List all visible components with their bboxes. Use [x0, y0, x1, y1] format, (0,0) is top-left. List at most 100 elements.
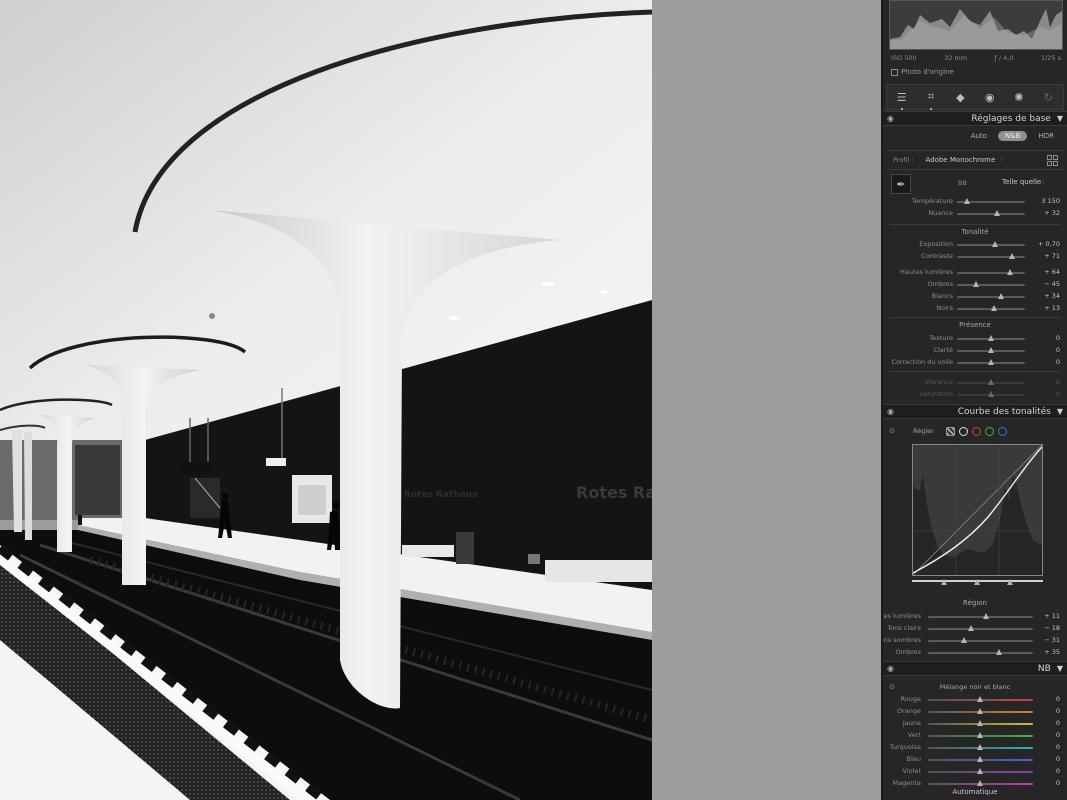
slider-thumb[interactable] [1007, 269, 1014, 275]
slider-value[interactable]: + 32 [1044, 209, 1060, 217]
slider-value[interactable]: − 18 [1044, 624, 1060, 632]
profile-browser-icon[interactable] [1047, 155, 1058, 166]
slider-value[interactable]: 0 [1056, 334, 1060, 342]
slider-row[interactable]: Orange 0 [883, 705, 1067, 717]
bw-section-header[interactable]: ◉ NB ▼ [883, 661, 1067, 676]
slider-track[interactable] [928, 732, 1033, 738]
slider-thumb[interactable] [983, 613, 990, 619]
slider-thumb[interactable] [990, 305, 997, 311]
target-adjust-icon[interactable]: ⊙ [889, 427, 899, 435]
slider-track[interactable] [957, 253, 1025, 259]
slider-thumb[interactable] [994, 210, 1001, 216]
slider-value[interactable]: 0 [1056, 390, 1060, 398]
slider-thumb[interactable] [977, 696, 983, 702]
profile-row[interactable]: Profil : Adobe Monochrome ⁝ [886, 150, 1064, 170]
mode-hdr-button[interactable]: HDR [1031, 131, 1061, 141]
slider-track[interactable] [957, 305, 1025, 311]
slider-track[interactable] [928, 780, 1033, 786]
slider-thumb[interactable] [977, 780, 983, 786]
photo-preview[interactable]: Rotes Rath Rotes Rathaus [0, 0, 652, 800]
slider-value[interactable]: + 64 [1044, 268, 1060, 276]
history-icon[interactable]: ↻ [1040, 89, 1056, 105]
eye-icon[interactable]: ◉ [887, 408, 896, 416]
crop-icon[interactable]: ⌗ [923, 89, 939, 110]
slider-thumb[interactable] [987, 391, 994, 397]
slider-thumb[interactable] [998, 293, 1005, 299]
slider-thumb[interactable] [977, 744, 983, 750]
slider-row[interactable]: Nuance + 32 [883, 207, 1067, 219]
slider-value[interactable]: 0 [1056, 755, 1060, 763]
slider-row[interactable]: Turquoise 0 [883, 741, 1067, 753]
slider-track[interactable] [928, 708, 1033, 714]
slider-row[interactable]: Blancs + 34 [883, 290, 1067, 302]
slider-row[interactable]: Tons sombres − 31 [883, 634, 1067, 646]
slider-row[interactable]: Ombres + 35 [883, 646, 1067, 658]
slider-value[interactable]: 0 [1056, 707, 1060, 715]
profile-value[interactable]: Adobe Monochrome [925, 156, 995, 164]
split-point-low[interactable] [941, 579, 948, 585]
auto-button[interactable]: Automatique [883, 788, 1067, 796]
slider-value[interactable]: + 13 [1044, 304, 1060, 312]
curve-region-splitter[interactable] [912, 578, 1043, 586]
slider-row[interactable]: Hautes lumières + 64 [883, 266, 1067, 278]
slider-row[interactable]: Ombres − 45 [883, 278, 1067, 290]
slider-row[interactable]: Noirs + 13 [883, 302, 1067, 314]
slider-track[interactable] [957, 293, 1025, 299]
dropdown-caret-icon[interactable]: ⁝ [1042, 178, 1044, 186]
slider-track[interactable] [928, 696, 1033, 702]
slider-value[interactable]: 0 [1056, 695, 1060, 703]
eye-icon[interactable]: ◉ [887, 665, 896, 673]
slider-row[interactable]: Bleu 0 [883, 753, 1067, 765]
slider-row[interactable]: Texture 0 [883, 332, 1067, 344]
slider-row[interactable]: Vert 0 [883, 729, 1067, 741]
slider-value[interactable]: + 35 [1044, 648, 1060, 656]
split-point-high[interactable] [1006, 579, 1013, 585]
dropdown-caret-icon[interactable]: ⁝ [1000, 156, 1002, 164]
heal-eraser-icon[interactable]: ◆ [952, 89, 968, 105]
collapse-triangle-icon[interactable]: ▼ [1057, 407, 1063, 416]
slider-value[interactable]: + 71 [1044, 252, 1060, 260]
slider-value[interactable]: 3 150 [1041, 197, 1060, 205]
slider-row[interactable]: Jaune 0 [883, 717, 1067, 729]
slider-row[interactable]: Rouge 0 [883, 693, 1067, 705]
mode-bw-button[interactable]: N&B [997, 131, 1028, 141]
checkbox-icon[interactable] [891, 68, 898, 76]
histogram[interactable] [889, 0, 1063, 50]
slider-row[interactable]: Exposition + 0,70 [883, 238, 1067, 250]
slider-thumb[interactable] [973, 281, 980, 287]
slider-row[interactable]: Saturation 0 [883, 388, 1067, 400]
slider-value[interactable]: 0 [1056, 779, 1060, 787]
slider-track[interactable] [957, 391, 1025, 397]
slider-track[interactable] [957, 241, 1025, 247]
slider-row[interactable]: Température 3 150 [883, 195, 1067, 207]
slider-thumb[interactable] [977, 720, 983, 726]
curve-section-header[interactable]: ◉ Courbe des tonalités ▼ [883, 404, 1067, 419]
split-point-mid[interactable] [974, 579, 980, 585]
slider-value[interactable]: + 11 [1044, 612, 1060, 620]
slider-track[interactable] [957, 269, 1025, 275]
slider-thumb[interactable] [995, 649, 1002, 655]
tone-curve-graph[interactable] [912, 444, 1043, 576]
slider-value[interactable]: + 0,70 [1038, 240, 1060, 248]
slider-track[interactable] [928, 768, 1033, 774]
slider-track[interactable] [957, 379, 1025, 385]
slider-value[interactable]: 0 [1056, 358, 1060, 366]
collapse-triangle-icon[interactable]: ▼ [1057, 114, 1063, 123]
slider-value[interactable]: − 45 [1044, 280, 1060, 288]
slider-track[interactable] [957, 359, 1025, 365]
slider-thumb[interactable] [961, 637, 968, 643]
slider-track[interactable] [957, 347, 1025, 353]
slider-thumb[interactable] [987, 359, 994, 365]
slider-value[interactable]: 0 [1056, 378, 1060, 386]
eye-icon[interactable]: ◉ [887, 115, 896, 123]
slider-thumb[interactable] [1009, 253, 1016, 259]
slider-thumb[interactable] [964, 198, 971, 204]
slider-thumb[interactable] [977, 756, 983, 762]
point-curve-white-icon[interactable] [958, 426, 968, 436]
slider-thumb[interactable] [967, 625, 974, 631]
eyedropper-icon[interactable]: ✒ [891, 174, 911, 194]
slider-track[interactable] [957, 281, 1025, 287]
slider-thumb[interactable] [987, 347, 994, 353]
slider-thumb[interactable] [977, 768, 983, 774]
slider-value[interactable]: 0 [1056, 346, 1060, 354]
